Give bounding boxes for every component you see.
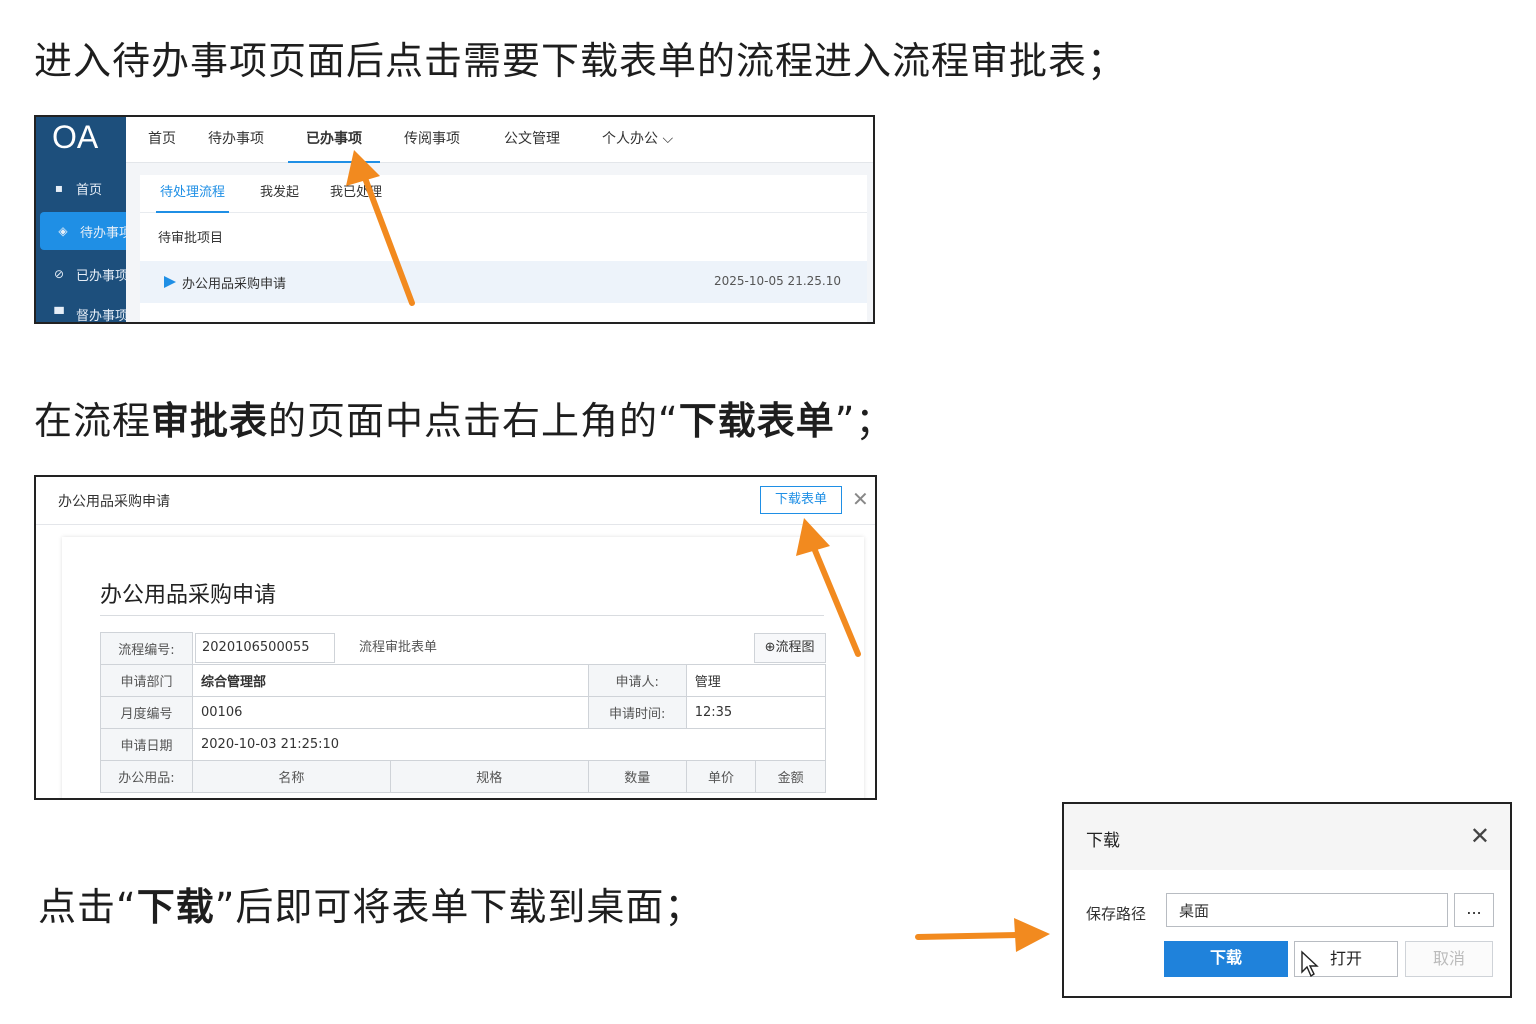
save-path-label: 保存路径 [1086,905,1147,923]
row-value: 00106 [192,696,589,729]
nav-circulate[interactable]: 传阅事项 [404,117,460,163]
detail-col-qty: 数量 [587,760,687,793]
row-label: 申请部门 [100,664,193,697]
title-divider [100,615,824,616]
mouse-cursor-icon [1301,950,1319,978]
home-icon: ▪ [54,181,64,195]
sidebar-item-home[interactable]: ▪ 首页 [36,169,126,207]
done-icon: ⊘ [53,267,65,281]
row-label-2: 申请人: [587,664,687,697]
close-icon[interactable]: ✕ [1470,822,1490,850]
row-value-2: 12:35 [685,696,827,729]
nav-personal[interactable]: 个人办公 ⌵ [602,117,673,163]
form-header: 办公用品采购申请 下载表单 ✕ [36,477,875,525]
list-item[interactable]: 办公用品采购申请 2025-10-05 21.25.10 [140,261,867,303]
instr2-suffix: ”； [834,399,895,443]
oa-sub-tabs: 待处理流程 我发起 我已处理 [140,175,867,213]
instr3-bold-download: 下载 [136,885,215,929]
row-label: 申请日期 [100,728,193,761]
detail-col-spec: 规格 [389,760,589,793]
section-title: 待审批项目 [158,231,224,246]
nav-pending[interactable]: 待办事项 [208,117,264,163]
sidebar-item-done[interactable]: ⊘ 已办事项 [36,255,126,293]
instr3-prefix: 点击“ [38,885,137,929]
urgency-text: 流程审批表单 [359,640,438,656]
instruction-step-2: 在流程审批表的页面中点击右上角的“下载表单”； [34,390,894,445]
row-value: 综合管理部 [192,664,589,697]
download-form-button[interactable]: 下载表单 [760,486,842,514]
row-label: 月度编号 [100,696,193,729]
sidebar-item-label: 已办事项 [76,268,126,284]
instr3-suffix: ”后即可将表单下载到桌面； [214,885,704,929]
nav-document[interactable]: 公文管理 [504,117,560,163]
pending-icon: ◈ [58,224,68,238]
sidebar-item-label: 督办事项 [76,308,126,324]
list-item-time: 2025-10-05 21.25.10 [714,274,841,288]
instr2-mid: 的页面中点击右上角的“ [268,399,679,443]
row-label-2: 申请时间: [587,696,687,729]
save-path-input[interactable]: 桌面 [1166,893,1448,927]
tab-pending-process[interactable]: 待处理流程 [156,175,230,213]
oa-screenshot: OA ▪ 首页 ◈ 待办事项 ⊘ 已办事项 ▀ 督办事项 首页 待办事项 已办事项 传阅… [34,115,875,324]
form-header-title: 办公用品采购申请 [58,494,170,510]
sidebar-item-label: 首页 [76,182,103,198]
serial-value: 2020106500055 [195,633,335,664]
serial-cell: 2020106500055 流程审批表单 [193,633,589,665]
list-item-title[interactable]: 办公用品采购申请 [182,273,286,292]
instr2-bold-approval: 审批表 [151,399,269,443]
download-dialog: 下载 ✕ 保存路径 桌面 ... 下载 打开 取消 [1062,802,1512,998]
play-icon [164,276,176,288]
tab-processed[interactable]: 我已处理 [330,175,382,213]
nav-home[interactable]: 首页 [148,117,176,163]
detail-col-amount: 金额 [755,760,826,793]
form-table: 流程编号: 2020106500055 流程审批表单 ⊕流程图 申请部门 综合管理… [100,632,827,793]
close-icon[interactable]: ✕ [852,487,869,511]
form-title: 办公用品采购申请 [100,583,277,608]
nav-done[interactable]: 已办事项 [288,117,380,163]
sidebar-item-label: 待办事项 [80,225,126,241]
tab-initiated[interactable]: 我发起 [260,175,299,213]
oa-logo: OA [52,119,99,155]
view-flow-button[interactable]: ⊕流程图 [753,633,826,664]
dialog-header: 下载 ✕ [1064,804,1510,870]
instr2-prefix: 在流程 [34,399,152,443]
browse-button[interactable]: ... [1454,893,1494,927]
oa-sidebar: OA ▪ 首页 ◈ 待办事项 ⊘ 已办事项 ▀ 督办事项 [36,117,126,322]
sidebar-item-supervise[interactable]: ▀ 督办事项 [36,295,126,324]
download-button[interactable]: 下载 [1164,941,1288,977]
oa-top-nav: 首页 待办事项 已办事项 传阅事项 公文管理 个人办公 ⌵ [126,117,873,163]
detail-col-name: 名称 [192,760,391,793]
supervise-icon: ▀ [54,307,64,321]
form-screenshot: 办公用品采购申请 下载表单 ✕ 办公用品采购申请 流程编号: 202010650… [34,475,877,800]
detail-col-price: 单价 [685,760,757,793]
view-cell: ⊕流程图 [588,633,826,665]
dialog-title: 下载 [1086,831,1120,851]
cancel-button[interactable]: 取消 [1405,941,1493,977]
detail-label: 办公用品: [100,760,193,793]
arrow-to-dialog [915,918,1050,952]
instr2-bold-download: 下载表单 [678,399,835,443]
serial-label: 流程编号: [100,632,193,665]
instruction-step-1: 进入待办事项页面后点击需要下载表单的流程进入流程审批表； [34,39,1127,83]
instruction-step-3: 点击“下载”后即可将表单下载到桌面； [38,876,703,931]
oa-content-panel: 待处理流程 我发起 我已处理 待审批项目 办公用品采购申请 2025-10-05… [140,175,867,322]
sidebar-item-pending[interactable]: ◈ 待办事项 [40,212,126,250]
form-sheet: 办公用品采购申请 流程编号: 2020106500055 流程审批表单 ⊕流程图 … [62,537,864,798]
row-value: 2020-10-03 21:25:10 [192,728,826,761]
row-value-2: 管理 [685,664,827,697]
